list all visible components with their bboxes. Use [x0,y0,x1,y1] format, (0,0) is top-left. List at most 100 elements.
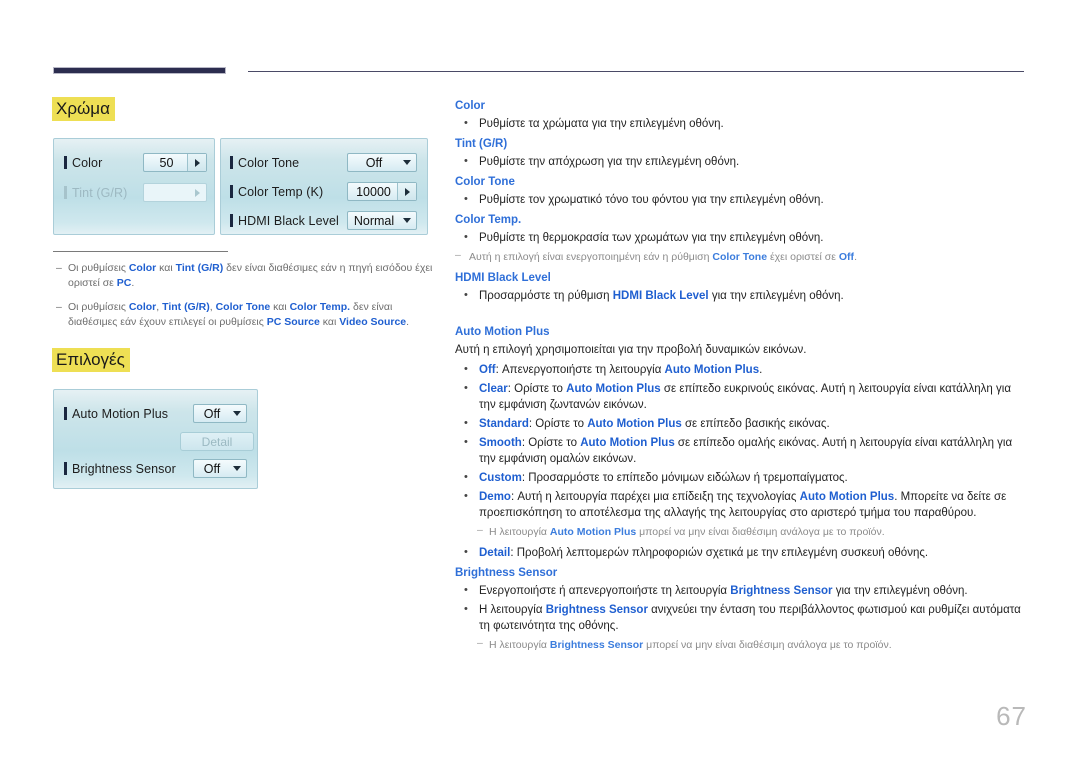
description-heading: Brightness Sensor [455,567,558,579]
osd-row-hdmi-black-level: HDMI Black Level [230,210,339,232]
description-heading: Auto Motion Plus [455,326,550,338]
osd-value-color-tone: Off [365,155,383,170]
osd-field-brightness-sensor[interactable]: Off [193,459,247,478]
description-bullet-list: Ρυθμίστε τα χρώματα για την επιλεγμένη ο… [455,115,1030,132]
osd-value-color: 50 [159,155,174,170]
osd-label-tint: Tint (G/R) [64,186,127,200]
description-note: Αυτή η επιλογή είναι ενεργοποιημένη εάν … [455,248,1030,265]
note-text: Οι ρυθμίσεις Color και Tint (G/R) δεν εί… [68,262,433,289]
keyword: Standard [479,418,529,430]
list-item: Ρυθμίστε τη θερμοκρασία των χρωμάτων για… [455,229,1030,246]
note-dash: – [56,301,62,313]
keyword: Color [128,301,157,313]
description-bullet-list: Προσαρμόστε τη ρύθμιση HDMI Black Level … [455,287,1030,304]
page-number: 67 [996,701,1027,731]
osd-bullet-icon [230,156,233,169]
osd-row-auto-motion-plus: Auto Motion Plus [64,403,168,425]
chevron-down-icon[interactable] [398,212,416,229]
osd-label-auto-motion-plus: Auto Motion Plus [64,407,168,421]
keyword: Tint (G/R) [162,301,210,313]
note-text: Οι ρυθμίσεις Color, Tint (G/R), Color To… [68,301,410,328]
list-item: Off: Απενεργοποιήστε τη λειτουργία Auto … [455,361,1030,378]
osd-field-hdmi-black-level[interactable]: Normal [347,211,417,230]
osd-row-brightness-sensor: Brightness Sensor [64,458,176,480]
osd-field-color-tone[interactable]: Off [347,153,417,172]
description-heading: Color [455,100,486,112]
keyword: Off [479,364,496,376]
list-item: Detail: Προβολή λεπτομερών πληροφοριών σ… [455,544,1030,561]
keyword: Auto Motion Plus [664,364,760,376]
keyword: Brightness Sensor [730,585,833,597]
keyword: Color Tone [712,251,768,263]
note-item: – Οι ρυθμίσεις Color και Tint (G/R) δεν … [56,261,436,291]
osd-label-color-temp: Color Temp (K) [230,185,323,199]
osd-row-color-tone: Color Tone [230,152,299,174]
list-item: Ενεργοποιήστε ή απενεργοποιήστε τη λειτο… [455,582,1030,599]
osd-field-tint [143,183,207,202]
description-bullet-list: Ρυθμίστε τον χρωματικό τόνο του φόντου γ… [455,191,1030,208]
stepper-right-icon[interactable] [397,183,416,200]
keyword: Auto Motion Plus [587,418,682,430]
description-heading: HDMI Black Level [455,272,551,284]
header-rule [248,71,1024,72]
description-column: Color Ρυθμίστε τα χρώματα για την επιλεγμ… [455,98,1030,658]
keyword: Custom [479,472,522,484]
chevron-down-icon[interactable] [228,405,246,422]
chevron-down-icon[interactable] [398,154,416,171]
keyword: Brightness Sensor [549,639,644,651]
keyword: Smooth [479,437,522,449]
note-item: – Οι ρυθμίσεις Color, Tint (G/R), Color … [56,300,436,330]
list-item: Ρυθμίστε τον χρωματικό τόνο του φόντου γ… [455,191,1030,208]
description-paragraph: Αυτή η επιλογή χρησιμοποιείται για την π… [455,344,807,356]
osd-label-hdmi-black-level: HDMI Black Level [230,214,339,228]
list-item: Custom: Προσαρμόστε το επίπεδο μόνιμων ε… [455,469,1030,486]
osd-value-brightness-sensor: Off [203,461,221,476]
manual-page: Χρώμα Color 50 Tint (G/R) Color Tone Off… [0,0,1080,763]
keyword: Auto Motion Plus [799,491,895,503]
keyword: Tint (G/R) [175,262,224,274]
keyword: Clear [479,383,508,395]
description-bullet-list: Ρυθμίστε την απόχρωση για την επιλεγμένη… [455,153,1030,170]
chevron-down-icon[interactable] [228,460,246,477]
osd-label-brightness-sensor: Brightness Sensor [64,462,176,476]
osd-field-auto-motion-plus[interactable]: Off [193,404,247,423]
osd-row-tint: Tint (G/R) [64,182,127,204]
stepper-right-icon[interactable] [187,154,206,171]
notes-divider [53,251,228,252]
osd-row-color-temp: Color Temp (K) [230,181,323,203]
keyword: Off [838,251,855,263]
stepper-right-icon-disabled [188,184,206,201]
keyword: Detail [479,547,511,559]
osd-label-color: Color [64,156,102,170]
list-item: Clear: Ορίστε το Auto Motion Plus σε επί… [455,380,1030,413]
osd-value-hdmi-black-level: Normal [353,213,395,228]
osd-row-color: Color [64,152,102,174]
description-bullet-list: Ρυθμίστε τη θερμοκρασία των χρωμάτων για… [455,229,1030,246]
description-bullet-list: Detail: Προβολή λεπτομερών πληροφοριών σ… [455,544,1030,561]
keyword: HDMI Black Level [612,290,709,302]
list-item: Η λειτουργία Brightness Sensor ανιχνεύει… [455,601,1030,634]
list-item: Ρυθμίστε τα χρώματα για την επιλεγμένη ο… [455,115,1030,132]
keyword: Auto Motion Plus [580,437,675,449]
description-note: Η λειτουργία Brightness Sensor μπορεί να… [455,636,1030,653]
keyword: Brightness Sensor [545,604,648,616]
description-heading: Tint (G/R) [455,138,508,150]
section-title-options: Επιλογές [52,348,130,372]
detail-button[interactable]: Detail [180,432,254,451]
description-bullet-list: Ενεργοποιήστε ή απενεργοποιήστε τη λειτο… [455,582,1030,634]
keyword: Demo [479,491,511,503]
section-title-chroma: Χρώμα [52,97,115,121]
osd-field-color[interactable]: 50 [143,153,207,172]
osd-value-color-temp: 10000 [356,184,391,199]
osd-bullet-icon [64,156,67,169]
osd-value-auto-motion-plus: Off [203,406,221,421]
keyword: Auto Motion Plus [566,383,661,395]
description-bullet-list: Off: Απενεργοποιήστε τη λειτουργία Auto … [455,361,1030,521]
keyword: Color Temp. [289,301,351,313]
keyword: Color Tone [215,301,271,313]
osd-field-color-temp[interactable]: 10000 [347,182,417,201]
description-heading: Color Temp. [455,214,522,226]
osd-label-color-tone: Color Tone [230,156,299,170]
detail-button-label: Detail [201,434,233,449]
